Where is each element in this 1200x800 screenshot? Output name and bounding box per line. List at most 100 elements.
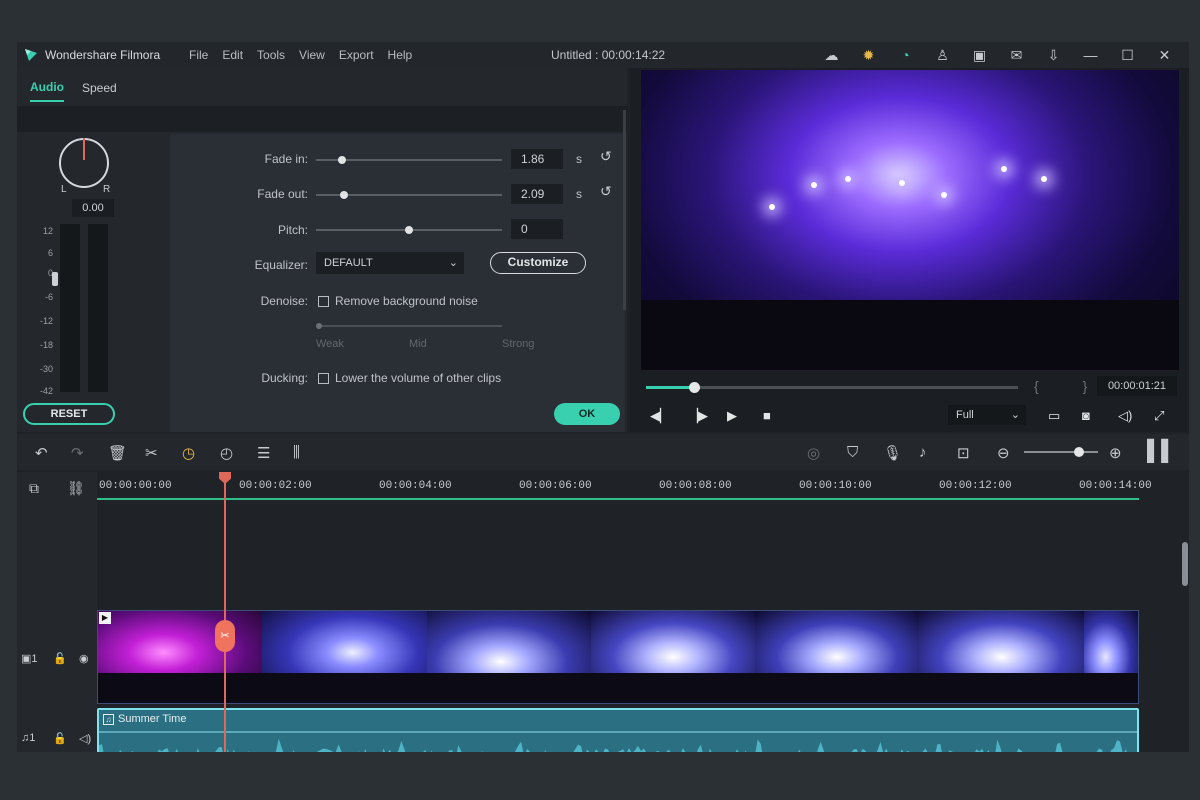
quality-selected: Full (956, 409, 974, 421)
close-icon[interactable]: ✕ (1146, 47, 1183, 64)
audio-settings-panel: Audio Speed L R 0.00 12 6 0 -6 -12 -18 -… (17, 68, 627, 432)
voiceover-icon[interactable]: ♪ (919, 444, 927, 461)
music-note-icon: ♫ (103, 713, 114, 725)
step-forward-icon[interactable]: ▕▶ (688, 408, 708, 424)
play-icon[interactable]: ▶ (727, 408, 737, 424)
idea-icon[interactable]: ✹ (850, 47, 887, 64)
pan-value[interactable]: 0.00 (72, 199, 114, 217)
fade-out-reset-icon[interactable]: ↺ (600, 183, 612, 200)
fade-in-reset-icon[interactable]: ↺ (600, 148, 612, 165)
audio-clip[interactable]: ♫ Summer Time (97, 708, 1139, 752)
pitch-handle[interactable] (405, 226, 413, 234)
clip-thumbnail (1083, 611, 1138, 703)
fit-icon[interactable]: ⊡ (957, 444, 970, 462)
menu-export[interactable]: Export (339, 48, 374, 62)
adjust-icon[interactable]: ☰ (257, 444, 270, 462)
menu-edit[interactable]: Edit (222, 48, 243, 62)
fade-in-value[interactable]: 1.86 (511, 149, 563, 169)
scale-tick: 12 (42, 226, 53, 236)
cloud-icon[interactable]: ☁ (813, 47, 850, 64)
marker-icon[interactable]: ⛉ (847, 444, 858, 461)
volume-meter-left (60, 224, 80, 392)
download-icon[interactable]: ⇩ (1035, 47, 1072, 64)
pitch-slider[interactable] (316, 226, 502, 234)
ducking-checkbox[interactable] (318, 372, 329, 384)
fade-out-handle[interactable] (339, 191, 348, 199)
redo-icon[interactable]: ↷ (71, 444, 84, 462)
denoise-checkbox[interactable] (318, 295, 329, 307)
pan-knob[interactable] (59, 138, 109, 188)
snapshot-icon[interactable]: ◙ (1082, 408, 1090, 423)
zoom-out-icon[interactable]: ⊖ (997, 444, 1010, 462)
pitch-value[interactable]: 0 (511, 219, 563, 239)
menu-file[interactable]: File (189, 48, 208, 62)
step-back-icon[interactable]: ◀▏ (650, 408, 670, 424)
video-preview[interactable] (641, 70, 1179, 370)
playhead-line[interactable] (224, 472, 226, 752)
maximize-icon[interactable]: ☐ (1109, 47, 1146, 64)
denoise-option[interactable]: Remove background noise (318, 294, 478, 308)
menu-view[interactable]: View (299, 48, 325, 62)
audio-track-number: 1 (29, 732, 36, 744)
denoise-slider (316, 323, 502, 329)
menu-tools[interactable]: Tools (257, 48, 285, 62)
save-icon[interactable]: ▣ (961, 47, 998, 64)
render-icon[interactable]: ◎ (807, 444, 820, 462)
lock-icon[interactable]: 🔓 (53, 732, 67, 745)
display-icon[interactable]: ▭ (1048, 408, 1060, 424)
support-icon[interactable]: ◔ (887, 47, 924, 63)
stop-icon[interactable]: ■ (763, 408, 771, 423)
fullscreen-icon[interactable]: ⤢ (1154, 408, 1164, 424)
audio-waveform-icon[interactable]: ⫼ (293, 444, 300, 461)
minimize-icon[interactable]: — (1072, 47, 1109, 63)
equalizer-select[interactable]: DEFAULT ⌄ (316, 252, 464, 274)
undo-icon[interactable]: ↶ (35, 444, 48, 462)
tab-audio[interactable]: Audio (30, 72, 64, 102)
reset-button[interactable]: RESET (23, 403, 115, 425)
ruler-tick: 00:00:14:00 (1079, 480, 1152, 492)
preview-scrubber[interactable] (646, 382, 1018, 393)
tab-speed[interactable]: Speed (82, 73, 117, 101)
fade-in-handle[interactable] (338, 156, 347, 164)
add-track-icon[interactable]: ⧉ (29, 480, 39, 497)
fade-out-slider[interactable] (316, 191, 502, 199)
account-icon[interactable]: ♙ (924, 47, 961, 64)
zoom-slider[interactable] (1024, 447, 1098, 457)
fade-out-value[interactable]: 2.09 (511, 184, 563, 204)
menu-help[interactable]: Help (388, 48, 413, 62)
video-clip[interactable] (97, 610, 1139, 704)
link-icon[interactable]: ⛓ (67, 480, 85, 497)
thumbnail-crowd (755, 673, 920, 703)
microphone-icon[interactable]: 🎙 (883, 444, 902, 462)
menu-bar: File Edit Tools View Export Help (189, 48, 412, 62)
fade-out-unit: s (576, 187, 582, 201)
scissors-icon[interactable]: ✂ (215, 620, 235, 652)
fade-in-slider[interactable] (316, 156, 502, 164)
customize-button[interactable]: Customize (490, 252, 586, 274)
layout-icon[interactable]: ▌▌ (1147, 440, 1175, 463)
eye-icon[interactable]: ◉ (79, 652, 89, 665)
speaker-icon[interactable]: ◁) (79, 732, 91, 745)
ducking-option[interactable]: Lower the volume of other clips (318, 371, 501, 385)
ok-button[interactable]: OK (554, 403, 620, 425)
volume-slider-handle[interactable] (52, 272, 58, 286)
thumbnail-crowd (426, 673, 591, 703)
cut-icon[interactable]: ✂ (145, 444, 158, 462)
lock-icon[interactable]: 🔓 (53, 652, 67, 665)
clip-thumbnail (426, 611, 591, 703)
timeline-vertical-scrollbar[interactable] (1182, 542, 1188, 586)
chevron-down-icon: ⌄ (1010, 409, 1020, 421)
delete-icon[interactable]: 🗑 (108, 444, 127, 462)
zoom-handle[interactable] (1074, 447, 1084, 457)
mail-icon[interactable]: ✉ (998, 47, 1035, 64)
stage-light (899, 180, 905, 186)
thumbnail-crowd (590, 673, 756, 703)
speed-icon[interactable]: ◷ (182, 444, 195, 462)
panel-scrollbar[interactable] (623, 110, 626, 310)
volume-icon[interactable]: ◁) (1118, 408, 1132, 424)
scrubber-handle[interactable] (689, 382, 701, 393)
duration-icon[interactable]: ◴ (220, 444, 233, 462)
zoom-in-icon[interactable]: ⊕ (1109, 444, 1122, 462)
chevron-down-icon: ⌄ (448, 257, 458, 269)
quality-select[interactable]: Full ⌄ (948, 405, 1026, 425)
